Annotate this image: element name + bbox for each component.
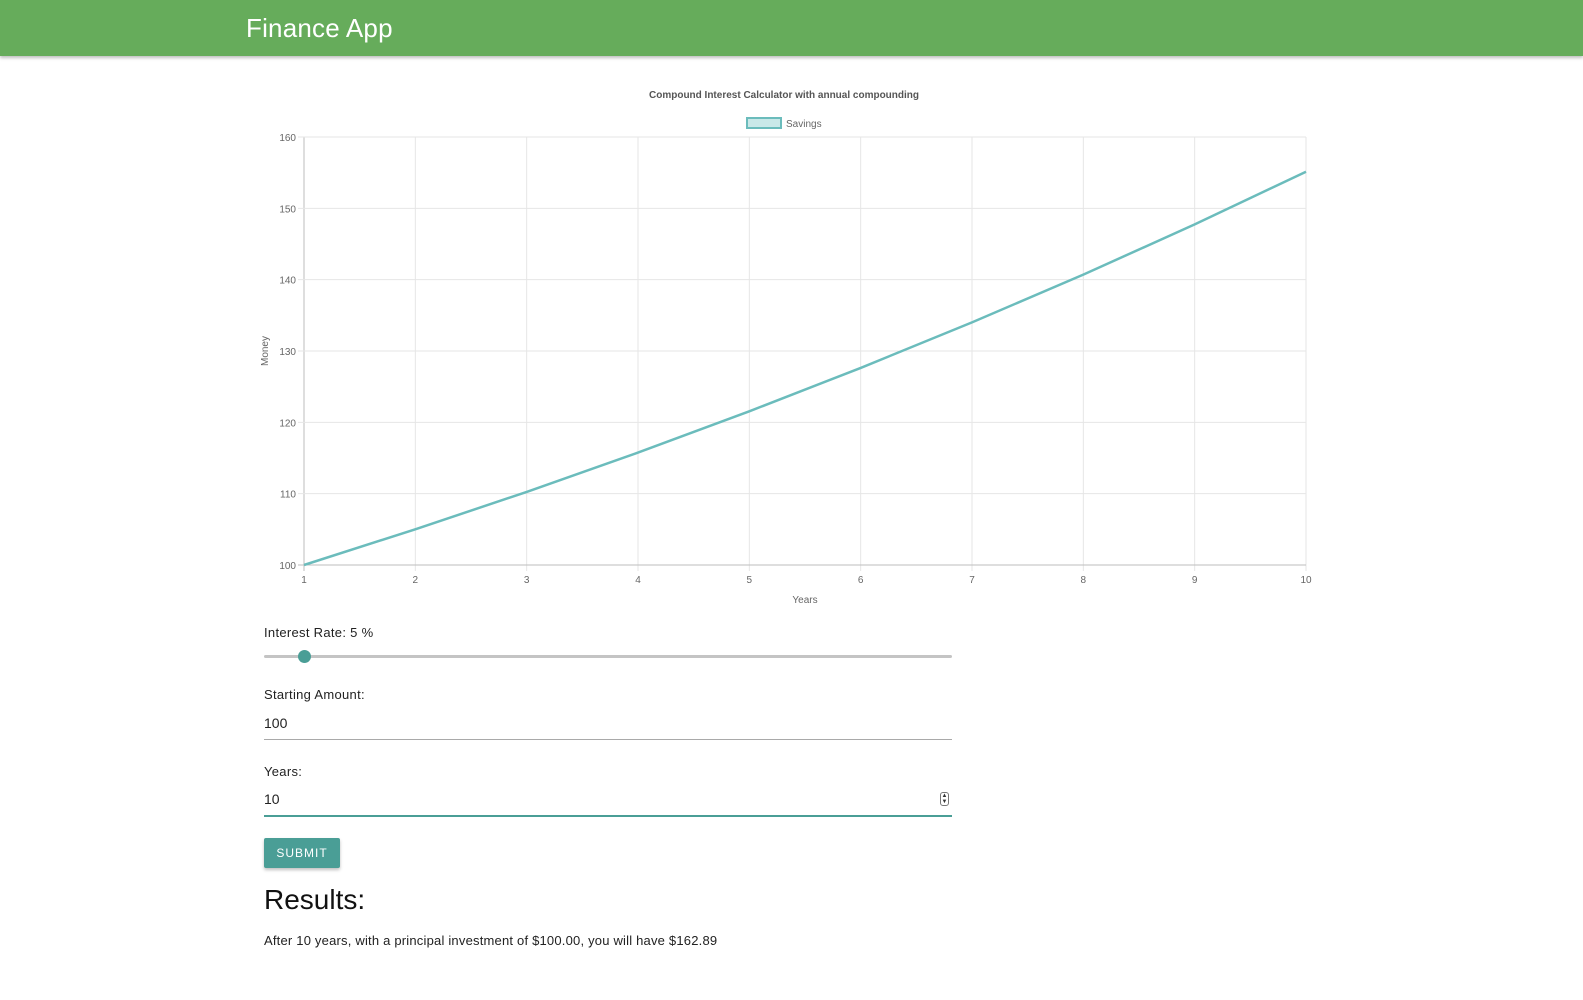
x-tick-label: 1 bbox=[301, 575, 307, 586]
slider-thumb[interactable] bbox=[298, 650, 312, 663]
results-heading: Results: bbox=[264, 884, 366, 915]
y-axis-label: Money bbox=[260, 336, 271, 366]
chart-container: 1 2 3 4 5 6 7 8 9 10 100 110 120 130 140 150 160 Years Mon… bbox=[0, 0, 1583, 1000]
results-text: After 10 years, with a principal investm… bbox=[264, 933, 718, 948]
y-tick-label: 100 bbox=[279, 561, 296, 572]
x-tick-label: 6 bbox=[858, 575, 864, 586]
compound-interest-chart: 1 2 3 4 5 6 7 8 9 10 100 110 120 130 140 150 160 Years Mon… bbox=[260, 90, 1312, 606]
x-tick-label: 5 bbox=[747, 575, 753, 586]
y-tick-label: 110 bbox=[280, 490, 296, 501]
y-tick-label: 140 bbox=[279, 276, 296, 287]
savings-line bbox=[303, 170, 1307, 567]
interest-rate-slider[interactable] bbox=[264, 650, 952, 664]
x-axis-label: Years bbox=[792, 595, 817, 606]
interest-rate-label: Interest Rate: 5 % bbox=[264, 625, 373, 640]
years-label: Years: bbox=[264, 764, 303, 779]
x-tick-label: 7 bbox=[969, 575, 975, 586]
submit-button[interactable]: SUBMIT bbox=[264, 838, 340, 868]
interest-rate-unit: % bbox=[361, 625, 374, 640]
x-tick-label: 10 bbox=[1300, 575, 1312, 586]
x-tick-label: 4 bbox=[635, 575, 641, 586]
starting-amount-label: Starting Amount: bbox=[264, 687, 365, 702]
x-tick-label: 3 bbox=[524, 575, 530, 586]
starting-amount-input[interactable] bbox=[264, 706, 952, 740]
chart-title: Compound Interest Calculator with annual… bbox=[649, 90, 919, 101]
years-input[interactable] bbox=[264, 783, 952, 817]
x-tick-label: 2 bbox=[413, 575, 419, 586]
y-tick-label: 160 bbox=[279, 133, 296, 144]
slider-track[interactable] bbox=[264, 655, 952, 658]
interest-rate-label-text: Interest Rate: bbox=[264, 625, 347, 640]
years-spinner-icon[interactable]: ▲ ▼ bbox=[940, 792, 949, 806]
interest-rate-value: 5 bbox=[350, 625, 358, 640]
x-tick-label: 8 bbox=[1081, 575, 1087, 586]
x-tick-label: 9 bbox=[1192, 575, 1198, 586]
y-tick-label: 130 bbox=[279, 347, 296, 358]
y-tick-label: 150 bbox=[279, 204, 296, 215]
spinner-down-icon[interactable]: ▼ bbox=[941, 799, 948, 805]
y-tick-label: 120 bbox=[279, 418, 296, 429]
legend-label-savings[interactable]: Savings bbox=[786, 119, 822, 130]
legend-swatch[interactable] bbox=[746, 117, 782, 129]
